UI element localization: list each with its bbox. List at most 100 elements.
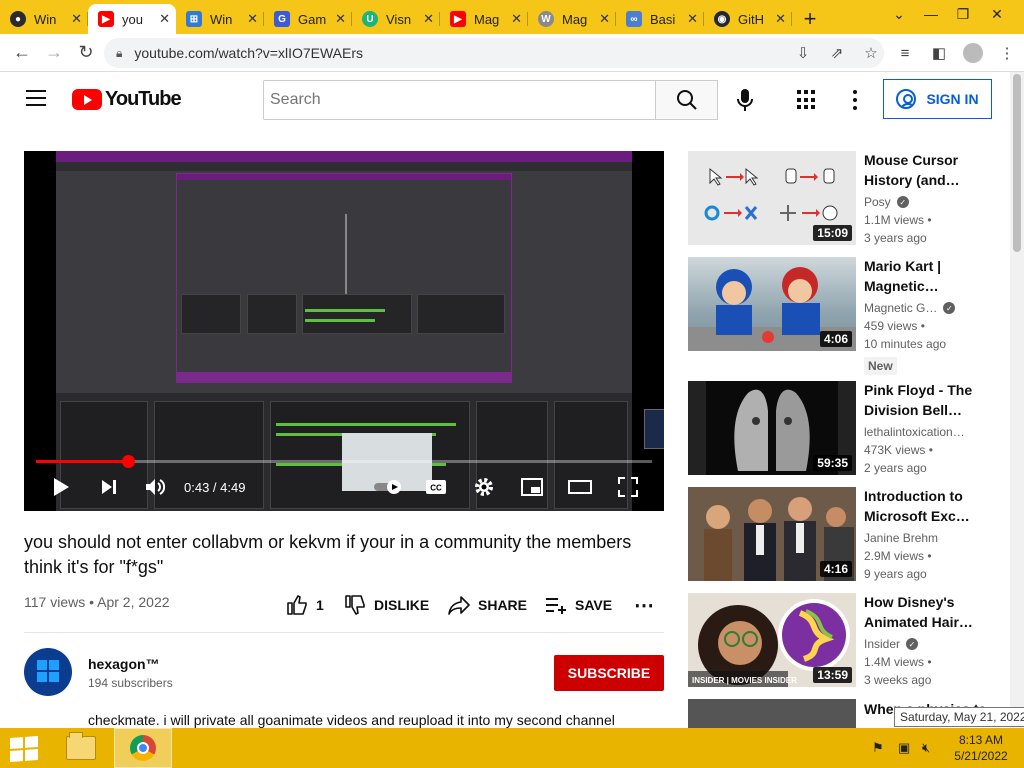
page-scrollbar[interactable] — [1010, 72, 1024, 728]
browser-toolbar: ← → ↻ 🔒︎ youtube.com/watch?v=xlIO7EWAErs… — [0, 34, 1024, 72]
taskbar-clock[interactable]: 8:13 AM 5/21/2022 — [950, 732, 1012, 764]
channel-avatar[interactable] — [24, 648, 72, 696]
recommendation-channel[interactable]: lethalintoxication… — [864, 425, 965, 439]
chrome-menu-icon[interactable]: ⋮ — [990, 44, 1024, 62]
share-button[interactable]: SHARE — [448, 592, 527, 618]
time-display: 0:43 / 4:49 — [184, 479, 246, 495]
profile-icon[interactable] — [956, 43, 990, 63]
recommendation-title[interactable]: Pink Floyd - The Division Bell… — [864, 380, 984, 420]
window-close-button[interactable]: ✕ — [980, 0, 1014, 28]
browser-tab[interactable]: ⊞ Win ✕ — [176, 4, 264, 34]
network-icon[interactable]: ▣ — [898, 728, 910, 768]
browser-tab[interactable]: W Mag ✕ — [528, 4, 616, 34]
verified-check-icon: ✓ — [943, 302, 956, 314]
video-player[interactable]: 0:43 / 4:49 CC — [24, 151, 664, 511]
like-button[interactable]: 1 — [286, 592, 324, 618]
theater-mode-button[interactable] — [566, 469, 594, 505]
channel-name[interactable]: hexagon™ — [88, 656, 160, 672]
recommendation-title[interactable]: Introduction to Microsoft Exc… — [864, 486, 984, 526]
address-bar[interactable]: 🔒︎ youtube.com/watch?v=xlIO7EWAErs — [104, 38, 884, 68]
lock-icon[interactable]: 🔒︎ — [116, 46, 122, 61]
captions-button[interactable]: CC — [422, 469, 450, 505]
video-thumbnail[interactable]: 4:06 — [688, 257, 856, 351]
browser-tab[interactable]: U Visn ✕ — [352, 4, 440, 34]
browser-tab-active[interactable]: ▶ you ✕ — [88, 4, 176, 34]
close-icon[interactable]: ✕ — [335, 11, 346, 27]
microphone-icon[interactable] — [730, 86, 760, 114]
browser-tab[interactable]: ▶ Mag ✕ — [440, 4, 528, 34]
close-icon[interactable]: ✕ — [71, 11, 82, 27]
recommendation-channel[interactable]: Posy ✓ — [864, 195, 909, 209]
recommendation-item[interactable]: 4:16 Introduction to Microsoft Exc… Jani… — [688, 487, 998, 581]
date-tooltip: Saturday, May 21, 2022 — [894, 707, 1024, 727]
close-icon[interactable]: ✕ — [511, 11, 522, 27]
reload-icon[interactable]: ↻ — [70, 37, 102, 69]
save-button[interactable]: SAVE — [545, 592, 612, 618]
apps-grid-icon[interactable] — [797, 90, 817, 110]
video-thumbnail[interactable] — [688, 699, 856, 728]
close-icon[interactable]: ✕ — [775, 11, 786, 27]
video-duration: 4:16 — [819, 561, 852, 577]
close-icon[interactable]: ✕ — [247, 11, 258, 27]
share-icon[interactable]: ⇗ — [820, 44, 854, 62]
recommendation-channel[interactable]: Janine Brehm — [864, 531, 938, 545]
video-thumbnail[interactable]: 4:16 — [688, 487, 856, 581]
flag-icon[interactable]: ⚑ — [872, 728, 884, 768]
video-thumbnail[interactable]: 15:09 — [688, 151, 856, 245]
browser-tab[interactable]: G Gam ✕ — [264, 4, 352, 34]
tab-search-chevron-icon[interactable]: ⌄ — [884, 0, 914, 28]
side-panel-icon[interactable]: ◧ — [922, 44, 956, 62]
browser-tab[interactable]: ∞ Basi ✕ — [616, 4, 704, 34]
tab-label: Visn — [386, 11, 412, 27]
close-icon[interactable]: ✕ — [159, 11, 170, 27]
close-icon[interactable]: ✕ — [599, 11, 610, 27]
subscribe-button[interactable]: SUBSCRIBE — [554, 655, 664, 691]
recommendation-item[interactable]: 15:09 Mouse Cursor History (and… Posy ✓ 1… — [688, 151, 998, 245]
close-icon[interactable]: ✕ — [423, 11, 434, 27]
browser-tab[interactable]: ◉ GitH ✕ — [704, 4, 792, 34]
next-button[interactable] — [94, 469, 124, 505]
recommendation-title[interactable]: Mouse Cursor History (and… — [864, 150, 984, 190]
miniplayer-button[interactable] — [518, 469, 546, 505]
sign-in-button[interactable]: SIGN IN — [883, 79, 992, 119]
restore-button[interactable]: ❐ — [948, 0, 978, 28]
hamburger-menu-icon[interactable] — [26, 90, 46, 106]
recommendation-channel[interactable]: Insider ✓ — [864, 637, 919, 651]
more-actions-button[interactable]: ⋯ — [634, 592, 654, 618]
scrollbar-thumb[interactable] — [1013, 74, 1021, 252]
settings-more-icon[interactable] — [850, 88, 860, 112]
fullscreen-button[interactable] — [614, 469, 642, 505]
browser-tab[interactable]: ● Win ✕ — [0, 4, 88, 34]
windows-start-icon[interactable] — [10, 736, 38, 762]
forward-arrow-icon[interactable]: → — [38, 37, 70, 69]
file-explorer-button[interactable] — [52, 728, 110, 768]
video-thumbnail[interactable]: INSIDER | MOVIES INSIDER 13:59 — [688, 593, 856, 687]
search-button[interactable] — [655, 80, 718, 120]
recommendation-title[interactable]: Mario Kart | Magnetic… — [864, 256, 984, 296]
progress-bar[interactable] — [36, 455, 652, 468]
video-thumbnail[interactable]: 59:35 — [688, 381, 856, 475]
media-control-icon[interactable]: ≡ — [888, 45, 922, 62]
back-arrow-icon[interactable]: ← — [6, 37, 38, 69]
bookmark-star-icon[interactable]: ☆ — [854, 44, 888, 62]
recommendation-item[interactable]: 59:35 Pink Floyd - The Division Bell… le… — [688, 381, 998, 475]
new-tab-button[interactable]: + — [792, 4, 828, 34]
recommendation-item[interactable]: INSIDER | MOVIES INSIDER 13:59 How Disne… — [688, 593, 998, 687]
play-button[interactable] — [46, 469, 76, 505]
autoplay-toggle[interactable] — [368, 469, 412, 505]
volume-button[interactable] — [140, 469, 170, 505]
dislike-button[interactable]: DISLIKE — [344, 592, 429, 618]
search-input[interactable] — [263, 80, 656, 120]
chrome-taskbar-button[interactable] — [114, 728, 172, 768]
settings-button[interactable] — [470, 469, 498, 505]
volume-mute-icon[interactable]: 🔇︎ — [922, 728, 930, 768]
youtube-logo[interactable]: YouTube — [72, 88, 182, 111]
scrubber-handle[interactable] — [121, 455, 135, 468]
install-icon[interactable]: ⇩ — [786, 44, 820, 62]
close-icon[interactable]: ✕ — [687, 11, 698, 27]
video-meta: 117 views • Apr 2, 2022 — [24, 594, 170, 610]
recommendation-title[interactable]: How Disney's Animated Hair… — [864, 592, 984, 632]
recommendation-item[interactable]: 4:06 Mario Kart | Magnetic… Magnetic G… ✓… — [688, 256, 998, 375]
minimize-button[interactable]: — — [914, 0, 948, 28]
recommendation-channel[interactable]: Magnetic G… ✓ — [864, 301, 956, 315]
